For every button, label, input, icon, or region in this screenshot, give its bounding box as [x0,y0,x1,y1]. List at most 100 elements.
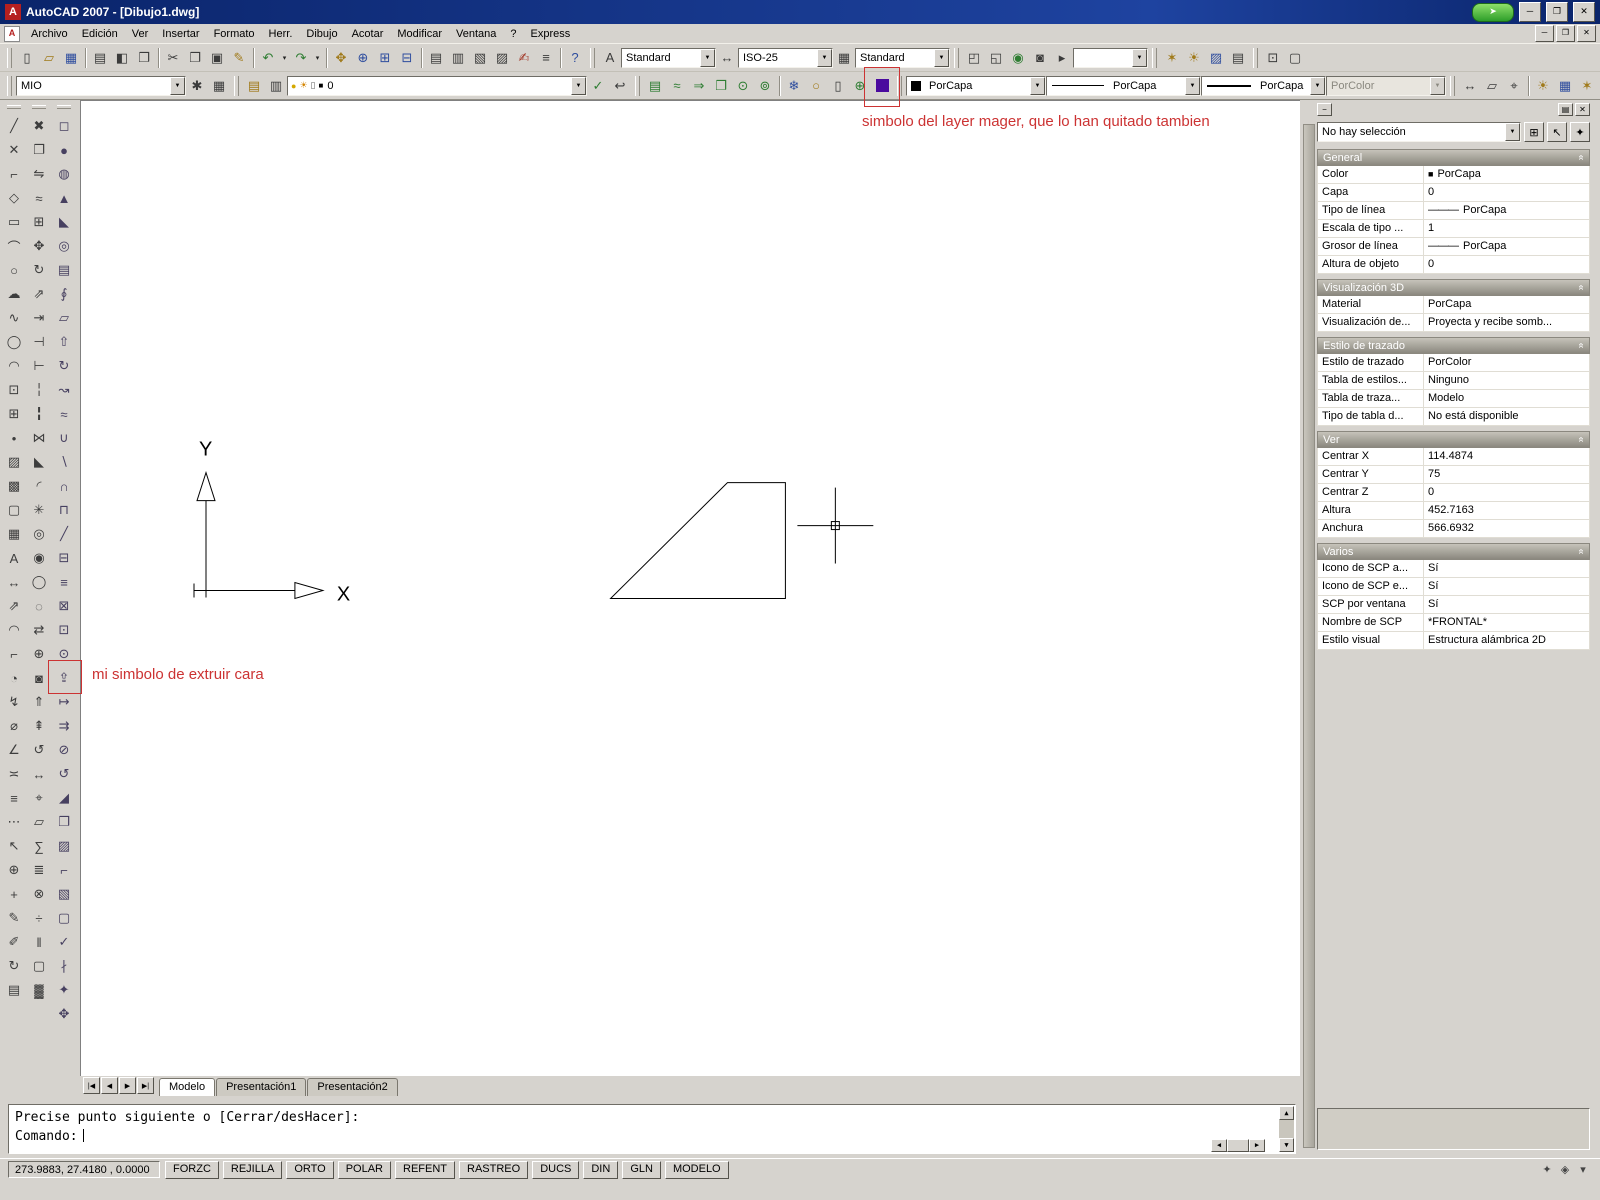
close-button[interactable]: ✕ [1573,2,1595,22]
break-icon[interactable]: ╏ [28,402,50,426]
linetype-combo[interactable]: PorCapa ▼ [1046,75,1201,96]
shell-icon[interactable]: ▢ [53,906,75,930]
quickcalc-button[interactable]: ≡ [535,47,557,69]
designcenter-button[interactable]: ▥ [447,47,469,69]
mdi-close-button[interactable]: ✕ [1577,25,1596,42]
property-row[interactable]: ColorPorCapa [1317,166,1590,184]
dim-angular-icon[interactable]: ∠ [3,738,25,762]
dim-style-icon[interactable]: ▤ [3,978,25,1002]
copy-edges-icon[interactable]: ⌐ [53,858,75,882]
gradient-icon[interactable]: ▩ [3,474,25,498]
menu-item[interactable]: Ventana [449,26,503,42]
layer-isolate-button[interactable]: ⊙ [732,75,754,97]
layer-previous-button[interactable]: ↩ [609,75,631,97]
extrude-icon[interactable]: ⇧ [53,330,75,354]
wipeout-icon[interactable]: ▓ [28,978,50,1002]
layer-freeze-sun-icon[interactable]: ☀ [299,80,307,91]
planar-surface-icon[interactable]: ▱ [53,306,75,330]
scroll-left-icon[interactable]: ◀ [1211,1139,1227,1152]
point-icon[interactable]: • [3,426,25,450]
property-row[interactable]: Centrar Z0 [1317,484,1590,502]
toolbar-grip[interactable] [7,47,12,68]
polygon-icon[interactable]: ◇ [3,186,25,210]
menu-item[interactable]: Edición [75,26,125,42]
workspace-settings-button[interactable]: ✱ [186,75,208,97]
plot-preview-button[interactable]: ◧ [111,47,133,69]
plot-button[interactable]: ▤ [89,47,111,69]
camera-button[interactable]: ◙ [1029,47,1051,69]
toolbar-grip[interactable] [57,105,71,109]
toolbar-grip[interactable] [954,47,959,68]
combo-arrow-icon[interactable]: ▼ [1505,123,1520,141]
property-row[interactable]: Capa 0 [1317,184,1590,202]
ellipse-arc-icon[interactable]: ◠ [3,354,25,378]
menu-item[interactable]: Ver [125,26,156,42]
revolve-icon[interactable]: ↻ [53,354,75,378]
render-settings-button[interactable]: ▤ [1227,47,1249,69]
revision-cloud-icon[interactable]: ☁ [3,282,25,306]
toolbar-grip[interactable] [7,75,12,96]
trim-icon[interactable]: ⊣ [28,330,50,354]
din-toggle[interactable]: DIN [583,1160,619,1179]
layer-combo[interactable]: ● ☀ ▯ ■ 0 ▼ [287,75,587,96]
palette-menu-button[interactable]: ▤ [1558,103,1573,116]
orto-toggle[interactable]: ORTO [286,1160,334,1179]
property-row[interactable]: Estilo de trazado PorColor [1317,354,1590,372]
scroll-right-icon[interactable]: ▶ [1249,1139,1265,1152]
property-row[interactable]: Tipo de tabla d... No está disponible [1317,408,1590,426]
layer-unisolate-button[interactable]: ⊚ [754,75,776,97]
toolbar-grip[interactable] [590,47,595,68]
sun-properties-button[interactable]: ☀ [1532,75,1554,97]
lineweight-combo[interactable]: PorCapa ▼ [1201,75,1326,96]
modelo-toggle[interactable]: MODELO [664,1160,729,1179]
property-row[interactable]: Tabla de estilos... Ninguno [1317,372,1590,390]
layer-properties-manager-button[interactable]: ▤ [243,75,265,97]
tool-palettes-button[interactable]: ▧ [469,47,491,69]
toolbar-grip[interactable] [635,75,640,96]
layer-lock-icon[interactable]: ▯ [311,80,316,91]
layer-freeze-button[interactable]: ❄ [783,75,805,97]
dim-linear-icon[interactable]: ↔ [3,570,25,594]
command-prompt-line[interactable]: Comando: [15,1127,1289,1146]
quick-select-button[interactable]: ✦ [1570,122,1590,142]
refent-toggle[interactable]: REFENT [395,1160,455,1179]
scrollbar-thumb[interactable] [1227,1139,1249,1152]
save-button[interactable]: ▦ [60,47,82,69]
scroll-up-icon[interactable]: ▲ [1279,1106,1294,1120]
render-button[interactable]: ✶ [1161,47,1183,69]
combo-arrow-icon[interactable]: ▼ [1030,76,1045,95]
constrained-orbit-icon[interactable]: ◉ [28,546,50,570]
fullscreen-button[interactable]: ▢ [1284,47,1306,69]
offset-faces-icon[interactable]: ⇉ [53,714,75,738]
next-tab-button[interactable]: ▶ [119,1077,136,1094]
area-button[interactable]: ▱ [1481,75,1503,97]
array-icon[interactable]: ⊞ [28,210,50,234]
toolbar-grip[interactable] [1450,75,1455,96]
insert-block-icon[interactable]: ⊡ [3,378,25,402]
workspace-save-button[interactable]: ▦ [208,75,230,97]
property-row[interactable]: Grosor de líneaPorCapa [1317,238,1590,256]
table-icon[interactable]: ▦ [3,522,25,546]
copy-button[interactable]: ❐ [184,47,206,69]
scale-icon[interactable]: ⇗ [28,282,50,306]
make-object-layer-current-button[interactable]: ✓ [587,75,609,97]
tray-menu-arrow-icon[interactable]: ▾ [1574,1163,1592,1176]
section-icon[interactable]: ⊟ [53,546,75,570]
ellipse-icon[interactable]: ◯ [3,330,25,354]
paste-button[interactable]: ▣ [206,47,228,69]
table-style-combo[interactable]: Standard ▼ [855,47,950,68]
dim-style-icon[interactable]: ↔ [716,47,738,69]
selection-combo[interactable]: No hay selección ▼ [1317,122,1521,142]
minimize-button[interactable]: ─ [1519,2,1541,22]
mtext-icon[interactable]: A [3,546,25,570]
object-color-combo[interactable]: PorCapa ▼ [906,75,1046,96]
command-vertical-scrollbar[interactable]: ▲ ▼ [1279,1106,1294,1152]
section-header-estilo-de-trazado[interactable]: Estilo de trazado « [1317,337,1590,354]
layer-on-bulb-icon[interactable]: ● [291,81,296,91]
convert-to-solid-icon[interactable]: ⊠ [53,594,75,618]
last-tab-button[interactable]: ▶| [137,1077,154,1094]
dim-radius-icon[interactable]: ◔ [3,666,25,690]
combo-arrow-icon[interactable]: ▼ [571,76,586,95]
table-style-icon[interactable]: ▦ [833,47,855,69]
wedge-icon[interactable]: ◣ [53,210,75,234]
